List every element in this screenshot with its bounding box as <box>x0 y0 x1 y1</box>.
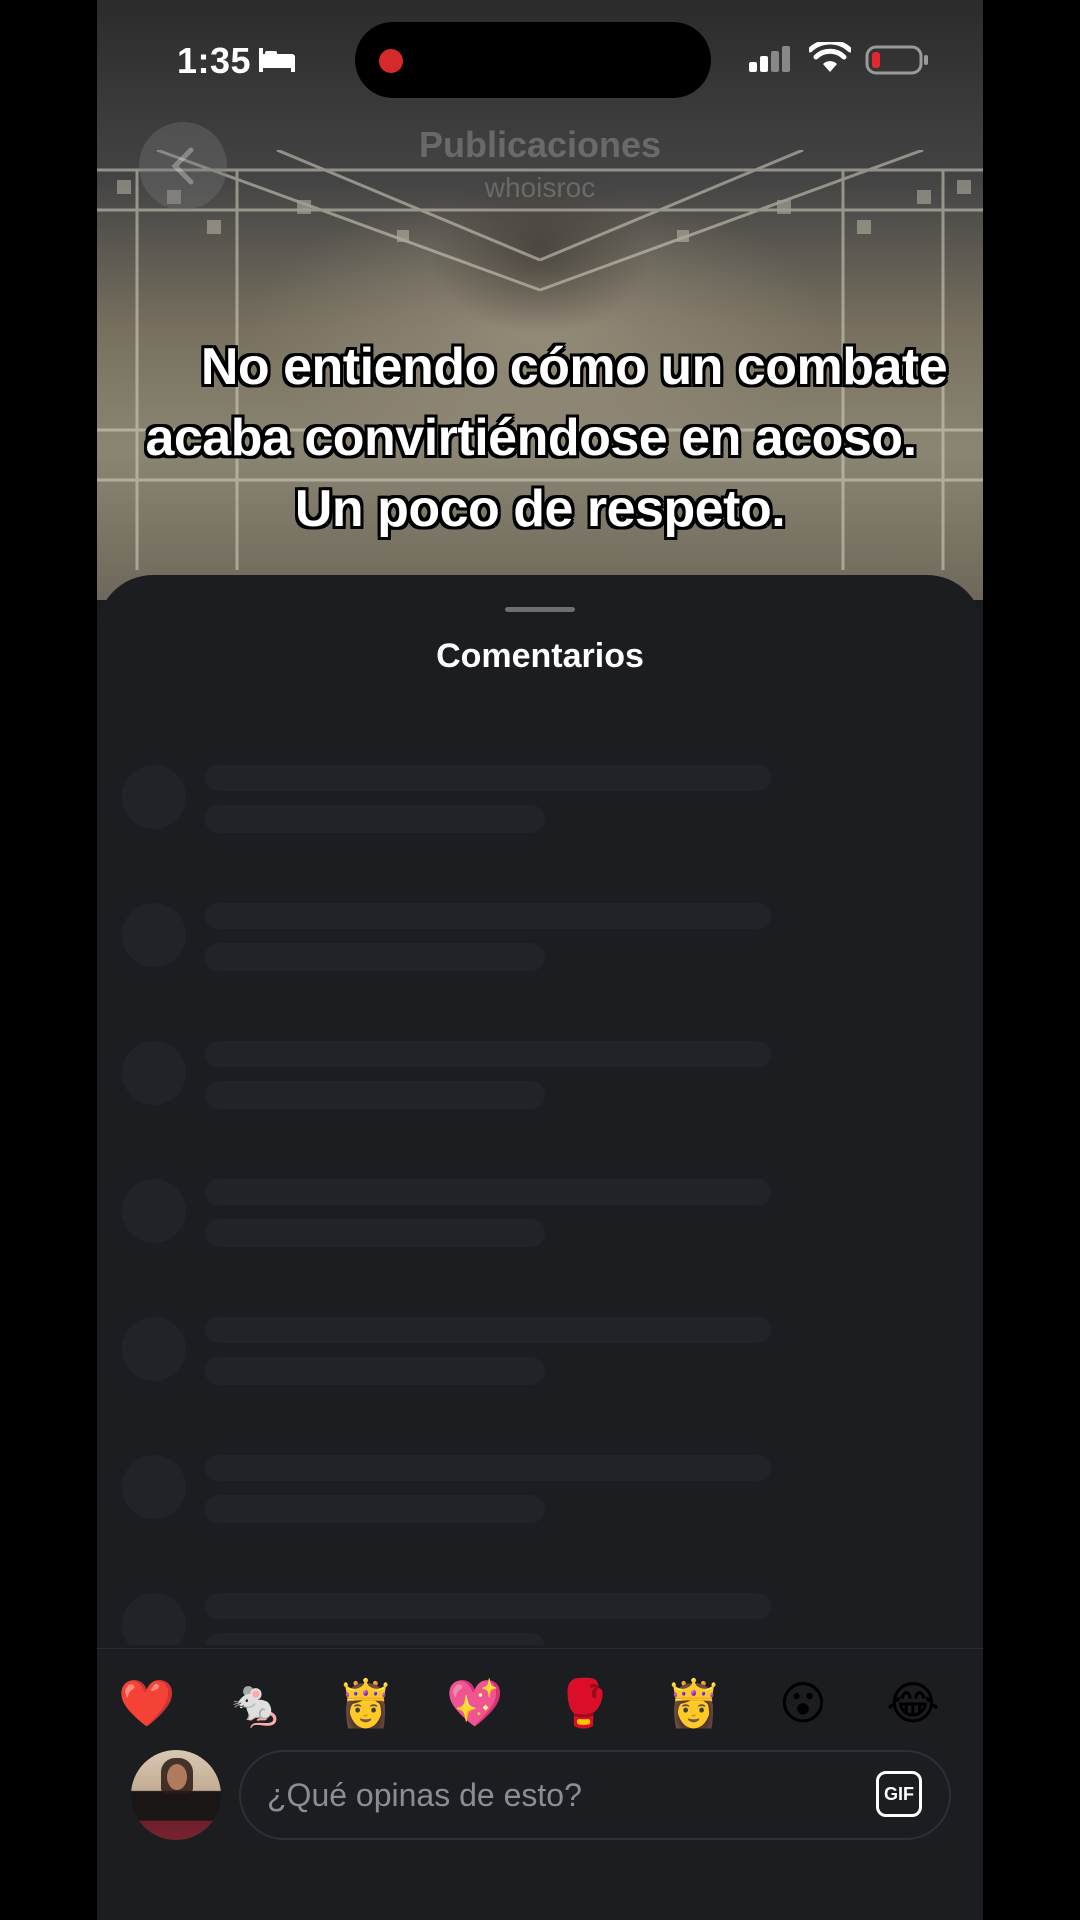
skeleton-line <box>205 1593 771 1619</box>
bed-icon <box>259 48 295 72</box>
skeleton-line <box>205 1317 771 1343</box>
emoji-laughing-button[interactable]: 😂 <box>878 1668 948 1738</box>
skeleton-row <box>97 1041 983 1121</box>
skeleton-row <box>97 1317 983 1397</box>
skeleton-avatar <box>122 765 186 829</box>
skeleton-line <box>205 805 545 833</box>
emoji-surprised-button[interactable]: 😮 <box>768 1668 838 1738</box>
skeleton-row <box>97 903 983 983</box>
avatar <box>131 1750 221 1840</box>
avatar-face <box>167 1764 187 1790</box>
battery-icon <box>865 45 928 75</box>
post-caption: No entiendo cómo un combate acaba convir… <box>97 332 983 545</box>
skeleton-line <box>205 765 771 791</box>
sheet-title: Comentarios <box>436 637 644 675</box>
skeleton-line <box>205 1455 771 1481</box>
skeleton-line <box>205 1357 545 1385</box>
skeleton-line <box>205 1495 545 1523</box>
skeleton-line <box>205 1219 545 1247</box>
skeleton-line <box>205 1041 771 1067</box>
skeleton-avatar <box>122 903 186 967</box>
divider <box>97 1648 983 1649</box>
skeleton-avatar <box>122 1593 186 1645</box>
comment-input[interactable] <box>239 1750 951 1840</box>
sheet-grabber[interactable] <box>505 607 575 612</box>
emoji-princess-button[interactable]: 👸 <box>659 1668 729 1738</box>
skeleton-avatar <box>122 1041 186 1105</box>
skeleton-line <box>205 1179 771 1205</box>
comments-sheet: Comentarios ❤️ 🐁 👸 💖 🥊 👸 😮 😂 ¿Qué opinas… <box>97 575 983 1920</box>
emoji-mouse-button[interactable]: 🐁 <box>221 1668 291 1738</box>
status-time: 1:35 <box>177 40 252 81</box>
gif-button[interactable]: GIF <box>876 1771 922 1817</box>
header-username: whoisroc <box>484 172 596 203</box>
skeleton-line <box>205 1081 545 1109</box>
quick-emoji-bar: ❤️ 🐁 👸 💖 🥊 👸 😮 😂 <box>97 1668 983 1738</box>
signal-icon <box>749 46 790 72</box>
skeleton-line <box>205 903 771 929</box>
skeleton-row <box>97 1593 983 1645</box>
screen: 1:35 Publicaciones whoisroc No entiendo … <box>97 0 983 1920</box>
comments-loading-skeleton <box>97 765 983 1645</box>
caption-line: acaba convirtiéndose en acoso. <box>145 409 917 467</box>
skeleton-avatar <box>122 1317 186 1381</box>
emoji-heart-button[interactable]: ❤️ <box>112 1668 182 1738</box>
emoji-sparkling-heart-button[interactable]: 💖 <box>440 1668 510 1738</box>
comment-compose-row: GIF <box>97 1750 983 1842</box>
status-bar: 1:35 <box>97 0 983 110</box>
recording-indicator-icon <box>379 49 403 73</box>
emoji-boxing-glove-button[interactable]: 🥊 <box>549 1668 619 1738</box>
skeleton-row <box>97 765 983 845</box>
skeleton-avatar <box>122 1455 186 1519</box>
skeleton-row <box>97 1455 983 1535</box>
skeleton-row <box>97 1179 983 1259</box>
dynamic-island <box>355 22 711 98</box>
header-title: Publicaciones <box>418 124 662 165</box>
caption-line: No entiendo cómo un combate <box>200 338 948 396</box>
skeleton-line <box>205 1633 545 1645</box>
wifi-icon <box>809 42 851 72</box>
caption-line: Un poco de respeto. <box>294 480 786 538</box>
skeleton-line <box>205 943 545 971</box>
skeleton-avatar <box>122 1179 186 1243</box>
emoji-princess-button[interactable]: 👸 <box>331 1668 401 1738</box>
